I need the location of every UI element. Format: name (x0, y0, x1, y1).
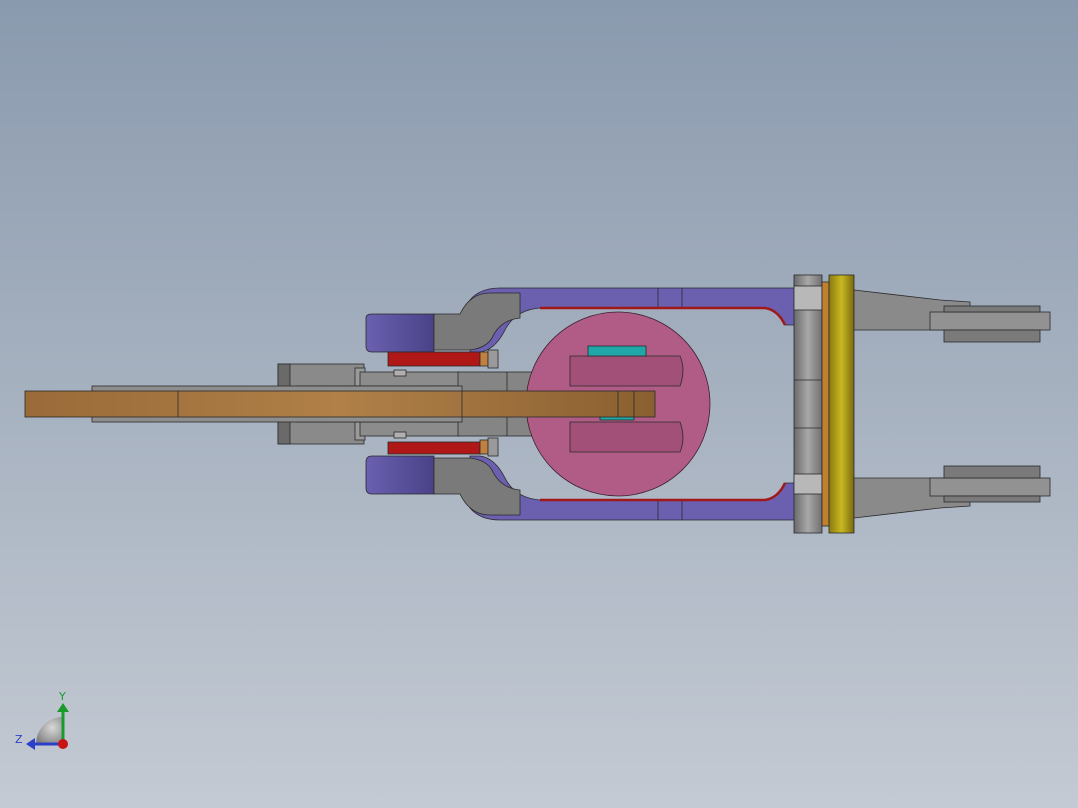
housing-clip (393, 369, 407, 377)
finger-tip-upper[interactable] (929, 311, 1051, 331)
pivot-block-upper[interactable] (365, 313, 435, 353)
brass-plate[interactable] (828, 274, 855, 534)
model-canvas[interactable]: Y Z (0, 0, 1078, 808)
finger-pad-upper (943, 305, 1041, 313)
x-axis-dot-icon (58, 739, 68, 749)
finger-pad-upper (943, 329, 1041, 343)
finger-pad-lower (943, 495, 1041, 503)
flange-tab (793, 285, 823, 311)
cam-slot-insert-upper[interactable] (587, 345, 647, 357)
finger-pad-lower (943, 465, 1041, 479)
shaft[interactable] (24, 390, 656, 418)
pivot-block-lower[interactable] (365, 455, 435, 495)
spring-pad-upper[interactable] (387, 351, 481, 367)
spring-pad-lower[interactable] (387, 441, 481, 455)
cam-slot (569, 355, 684, 387)
spring-pad-edge (479, 439, 489, 455)
housing-clip (393, 431, 407, 439)
spring-pad-edge (479, 351, 489, 367)
y-axis-label: Y (58, 690, 66, 703)
spring-pad-edge (487, 437, 499, 457)
finger-tip-lower[interactable] (929, 477, 1051, 497)
z-axis-label: Z (15, 733, 23, 746)
spring-pad-edge (487, 349, 499, 369)
flange-spacer (821, 281, 830, 527)
cad-viewport[interactable]: Y Z (0, 0, 1078, 808)
flange-tab (793, 473, 823, 495)
cam-slot (569, 421, 684, 453)
